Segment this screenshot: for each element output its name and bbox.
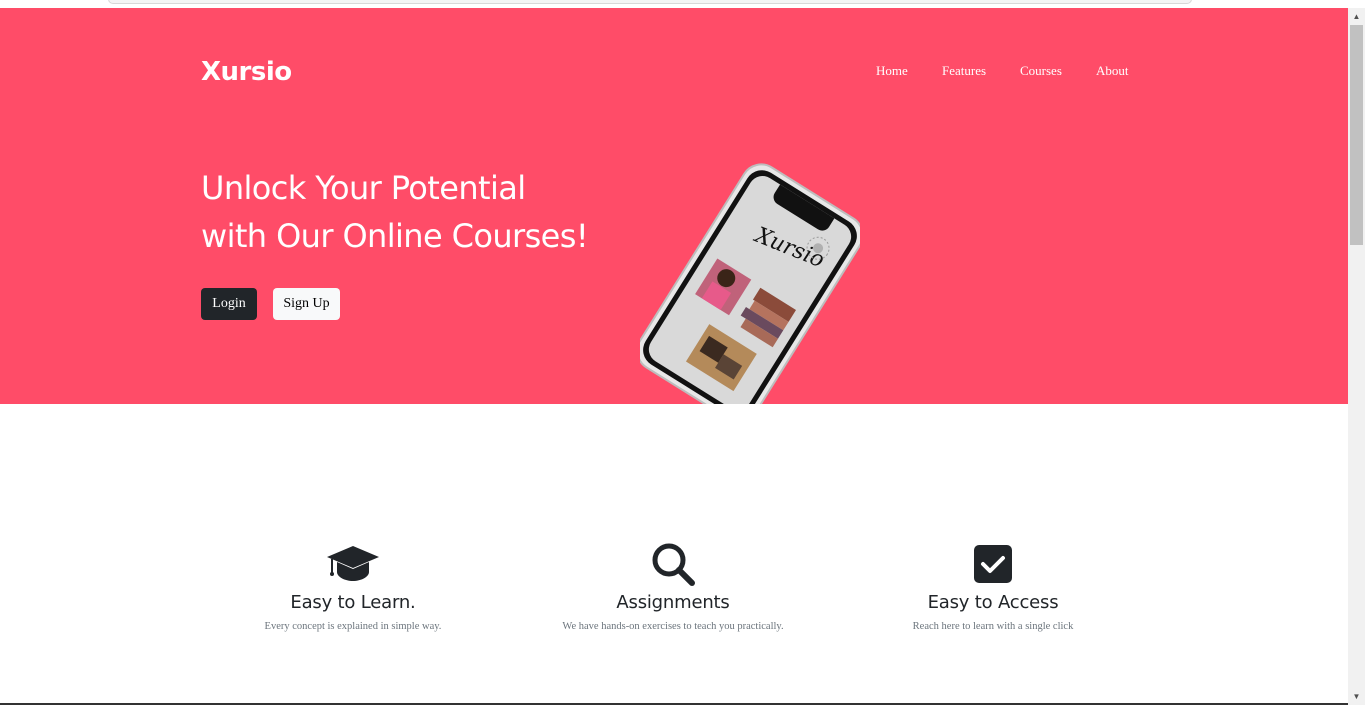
nav-features[interactable]: Features <box>942 63 986 79</box>
feature-description: Reach here to learn with a single click <box>912 621 1074 632</box>
brand-logo[interactable]: Xursio <box>201 57 292 87</box>
nav-home[interactable]: Home <box>876 63 908 79</box>
scroll-up-icon[interactable]: ▲ <box>1348 8 1365 25</box>
hero-headline: Unlock Your Potential with Our Online Co… <box>201 164 589 260</box>
feature-card: Easy to Learn. Every concept is explaine… <box>193 542 513 632</box>
feature-title: Assignments <box>616 592 730 613</box>
hero-headline-line1: Unlock Your Potential <box>201 169 526 207</box>
nav-about[interactable]: About <box>1096 63 1129 79</box>
vertical-scrollbar[interactable]: ▲ ▼ <box>1348 8 1365 705</box>
browser-top-strip <box>0 0 1365 8</box>
feature-title: Easy to Learn. <box>290 592 416 613</box>
nav-courses[interactable]: Courses <box>1020 63 1062 79</box>
feature-description: We have hands-on exercises to teach you … <box>562 621 784 632</box>
signup-button[interactable]: Sign Up <box>273 288 340 320</box>
feature-description: Every concept is explained in simple way… <box>264 621 442 632</box>
feature-title: Easy to Access <box>927 592 1059 613</box>
login-button[interactable]: Login <box>201 288 257 320</box>
features-section: Easy to Learn. Every concept is explaine… <box>0 404 1348 704</box>
hero-section: Xursio Home Features Courses About Unloc… <box>0 8 1348 423</box>
hero-headline-line2: with Our Online Courses! <box>201 217 589 255</box>
search-icon <box>652 543 695 586</box>
phone-illustration: Xursio <box>636 158 864 428</box>
checkbox-checked-icon <box>974 545 1012 583</box>
feature-card: Easy to Access Reach here to learn with … <box>833 542 1153 632</box>
address-bar[interactable] <box>108 0 1192 4</box>
scroll-down-icon[interactable]: ▼ <box>1348 688 1365 705</box>
feature-card: Assignments We have hands-on exercises t… <box>513 542 833 632</box>
phone-mockup-image: Xursio <box>636 163 864 423</box>
scrollbar-thumb[interactable] <box>1350 25 1363 245</box>
graduation-cap-icon <box>327 546 379 581</box>
